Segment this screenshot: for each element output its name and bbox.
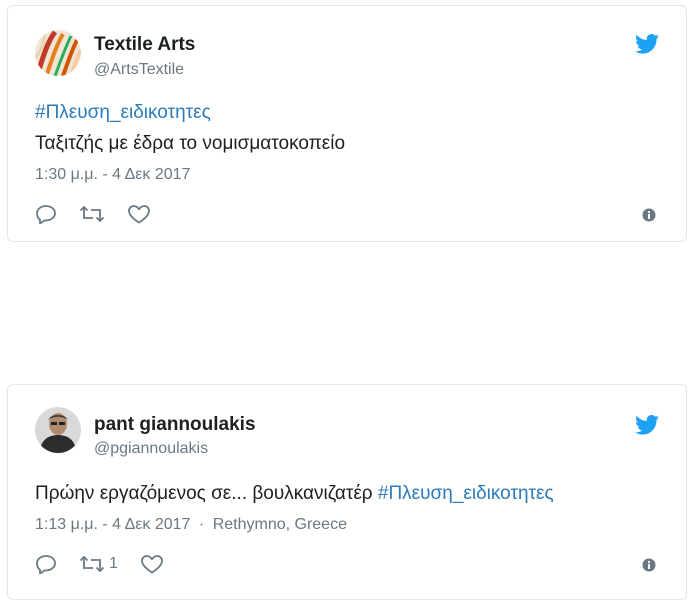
tweet-timestamp[interactable]: 1:13 μ.μ. - 4 Δεκ 2017 bbox=[35, 516, 190, 533]
tweet-actions: 1 bbox=[35, 552, 186, 576]
author-handle[interactable]: @ArtsTextile bbox=[94, 61, 184, 79]
avatar[interactable] bbox=[35, 30, 81, 76]
author-name[interactable]: Textile Arts bbox=[94, 34, 195, 56]
retweet-icon bbox=[79, 205, 105, 223]
hashtag-link[interactable]: #Πλευση_ειδικοτητες bbox=[35, 102, 211, 124]
like-icon bbox=[128, 205, 150, 224]
tweet-body: Πρώην εργαζόμενος σε... βουλκανιζατέρ bbox=[35, 483, 378, 504]
like-icon bbox=[141, 555, 163, 574]
hashtag[interactable]: #Πλευση_ειδικοτητες bbox=[378, 483, 554, 504]
avatar-image bbox=[35, 30, 81, 76]
reply-button[interactable] bbox=[35, 204, 57, 224]
reply-icon bbox=[36, 205, 56, 224]
tweet-text: Ταξιτζής με έδρα το νομισματοκοπείο bbox=[35, 133, 346, 154]
reply-button[interactable] bbox=[35, 554, 57, 574]
tweet-location[interactable]: Rethymno, Greece bbox=[213, 516, 347, 533]
info-icon[interactable] bbox=[642, 208, 656, 222]
info-icon[interactable] bbox=[642, 558, 656, 572]
twitter-bird-icon[interactable] bbox=[635, 415, 659, 435]
author-name[interactable]: pant giannoulakis bbox=[94, 414, 256, 436]
embedded-tweet: pant giannoulakis @pgiannoulakis Πρώην ε… bbox=[7, 384, 687, 600]
tweet-timestamp[interactable]: 1:30 μ.μ. - 4 Δεκ 2017 bbox=[35, 166, 190, 184]
retweet-icon bbox=[79, 555, 105, 573]
reply-icon bbox=[36, 555, 56, 574]
tweet-actions bbox=[35, 202, 173, 226]
author-handle[interactable]: @pgiannoulakis bbox=[94, 440, 208, 458]
retweet-button[interactable]: 1 bbox=[79, 554, 118, 574]
twitter-bird-icon[interactable] bbox=[635, 34, 659, 54]
avatar[interactable] bbox=[35, 407, 81, 453]
tweet-meta: 1:13 μ.μ. - 4 Δεκ 2017 · Rethymno, Greec… bbox=[35, 516, 347, 534]
meta-separator: · bbox=[198, 516, 205, 533]
avatar-image bbox=[35, 407, 81, 453]
like-button[interactable] bbox=[140, 554, 164, 574]
tweet-text: Πρώην εργαζόμενος σε... βουλκανιζατέρ #Π… bbox=[35, 483, 554, 505]
hashtag[interactable]: #Πλευση_ειδικοτητες bbox=[35, 102, 211, 123]
like-button[interactable] bbox=[127, 204, 151, 224]
retweet-button[interactable] bbox=[79, 204, 105, 224]
embedded-tweet: Textile Arts @ArtsTextile #Πλευση_ειδικο… bbox=[7, 5, 687, 242]
retweet-count: 1 bbox=[109, 555, 118, 572]
